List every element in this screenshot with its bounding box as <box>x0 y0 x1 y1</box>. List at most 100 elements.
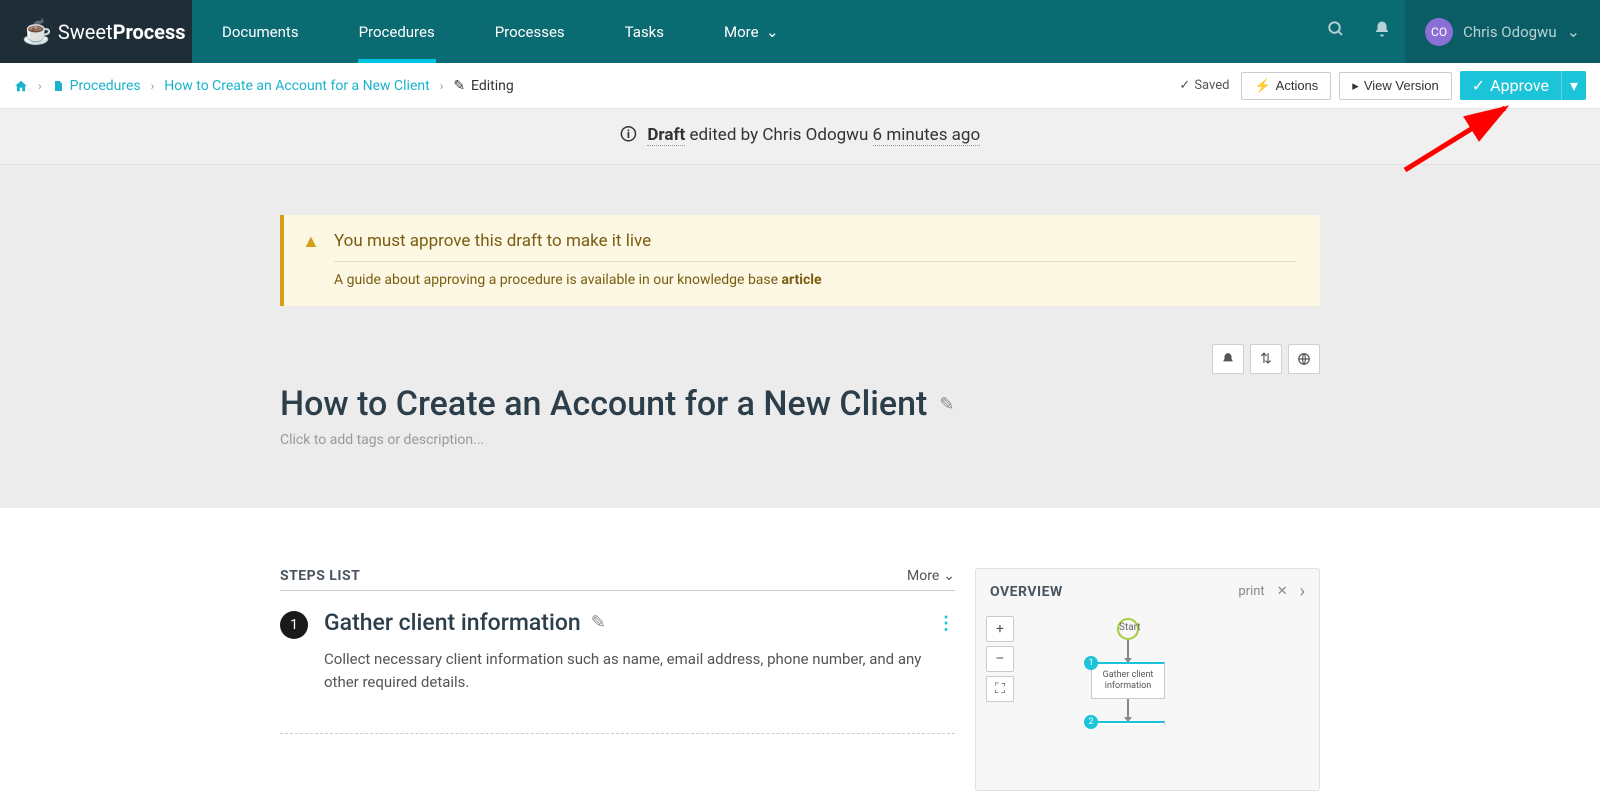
view-version-button[interactable]: ▸ View Version <box>1339 72 1451 100</box>
flow-node-2[interactable]: 2 <box>1091 721 1165 725</box>
step-number: 1 <box>280 611 308 639</box>
main-nav: Documents Procedures Processes Tasks Mor… <box>192 0 809 63</box>
warning-icon: ▲ <box>302 231 320 252</box>
pencil-icon[interactable]: ✎ <box>939 394 954 415</box>
logo[interactable]: ☕ SweetProcess <box>0 0 192 63</box>
step-description[interactable]: Collect necessary client information suc… <box>324 648 924 693</box>
nav-right: CO Chris Odogwu ⌄ <box>1313 0 1600 63</box>
flow-badge: 1 <box>1084 656 1098 670</box>
nav-documents[interactable]: Documents <box>192 0 329 63</box>
toolbar-right: ✓ Saved ⚡Actions ▸ View Version ✓ Approve ▾ <box>1179 71 1586 100</box>
steps-more-label: More <box>907 568 939 584</box>
step-divider <box>280 733 955 734</box>
chevron-down-icon: ⌄ <box>943 568 955 584</box>
nav-more-label: More <box>724 23 759 41</box>
approve-button[interactable]: ✓ Approve ▾ <box>1460 71 1586 100</box>
steps-column: STEPS LIST More ⌄ 1 Gather client inform… <box>280 568 955 791</box>
view-version-label: View Version <box>1364 78 1439 93</box>
step-body: Gather client information ✎ Collect nece… <box>324 609 955 693</box>
breadcrumb-sep: › <box>38 79 42 93</box>
steps-header-title: STEPS LIST <box>280 568 360 584</box>
chevron-down-icon: ⌄ <box>1567 22 1580 41</box>
breadcrumb-sep: › <box>151 79 155 93</box>
tags-placeholder[interactable]: Click to add tags or description... <box>280 432 1320 448</box>
globe-button[interactable] <box>1288 344 1320 374</box>
overview-panel: OVERVIEW print ✕ › + – ⛶ Start <box>975 568 1320 791</box>
notify-button[interactable] <box>1212 344 1244 374</box>
header-section: ▲ You must approve this draft to make it… <box>0 165 1600 508</box>
breadcrumb-procedures-label: Procedures <box>70 78 141 94</box>
draft-mid: edited by Chris Odogwu <box>685 125 872 145</box>
approve-main[interactable]: ✓ Approve <box>1460 71 1561 100</box>
zoom-controls: + – ⛶ <box>986 616 1014 702</box>
overview-actions: print ✕ › <box>1238 581 1305 602</box>
overview-title: OVERVIEW <box>990 584 1063 600</box>
approve-caret[interactable]: ▾ <box>1561 71 1586 100</box>
flowchart: Start 1 Gather client information 2 <box>1091 618 1165 725</box>
flow-badge: 2 <box>1084 715 1098 729</box>
steps-more-link[interactable]: More ⌄ <box>907 568 955 584</box>
play-icon: ▸ <box>1352 78 1359 94</box>
pencil-icon: ✎ <box>453 78 465 94</box>
step-item: 1 Gather client information ✎ Collect ne… <box>280 609 955 693</box>
draft-label: Draft <box>647 125 685 146</box>
step-title[interactable]: Gather client information ✎ <box>324 609 955 636</box>
top-navbar: ☕ SweetProcess Documents Procedures Proc… <box>0 0 1600 63</box>
step-title-text: Gather client information <box>324 609 581 636</box>
alert-subtitle: A guide about approving a procedure is a… <box>334 272 1296 288</box>
pencil-icon[interactable]: ✎ <box>591 612 606 633</box>
logo-text-1: Sweet <box>58 20 113 44</box>
overview-canvas[interactable]: + – ⛶ Start 1 Gather client information <box>976 610 1319 790</box>
fullscreen-button[interactable]: ⛶ <box>986 676 1014 702</box>
alert-title: You must approve this draft to make it l… <box>334 231 1296 251</box>
sub-toolbar: › Procedures › How to Create an Account … <box>0 63 1600 109</box>
nav-procedures[interactable]: Procedures <box>329 0 465 63</box>
breadcrumb-home[interactable] <box>14 79 28 93</box>
saved-label: Saved <box>1194 78 1229 93</box>
draft-time: 6 minutes ago <box>873 125 981 146</box>
breadcrumb-editing-label: Editing <box>471 78 514 94</box>
avatar: CO <box>1425 18 1453 46</box>
approval-alert: ▲ You must approve this draft to make it… <box>280 215 1320 306</box>
settings-button[interactable]: ⇅ <box>1250 344 1282 374</box>
chevron-right-icon[interactable]: › <box>1300 581 1305 602</box>
nav-tasks[interactable]: Tasks <box>595 0 694 63</box>
flow-connector <box>1127 699 1129 721</box>
approve-label: Approve <box>1490 76 1549 95</box>
info-icon: 🛈 <box>620 125 637 145</box>
flow-node-1[interactable]: 1 Gather client information <box>1091 662 1165 699</box>
alert-sub-prefix: A guide about approving a procedure is a… <box>334 272 782 288</box>
check-icon: ✓ <box>1179 78 1190 93</box>
search-icon[interactable] <box>1313 20 1359 43</box>
logo-icon: ☕ <box>22 18 52 46</box>
draft-status-bar: 🛈 Draft edited by Chris Odogwu 6 minutes… <box>0 109 1600 165</box>
overview-header: OVERVIEW print ✕ › <box>976 569 1319 610</box>
saved-indicator: ✓ Saved <box>1179 78 1229 93</box>
nav-processes[interactable]: Processes <box>465 0 595 63</box>
breadcrumb-procedures[interactable]: Procedures <box>52 78 141 94</box>
actions-button[interactable]: ⚡Actions <box>1241 72 1331 100</box>
document-title[interactable]: How to Create an Account for a New Clien… <box>280 384 1320 424</box>
nav-more[interactable]: More ⌄ <box>694 0 809 63</box>
user-menu[interactable]: CO Chris Odogwu ⌄ <box>1405 0 1600 63</box>
expand-icon[interactable]: ✕ <box>1277 584 1288 599</box>
content-section: STEPS LIST More ⌄ 1 Gather client inform… <box>0 508 1600 791</box>
breadcrumb-doc[interactable]: How to Create an Account for a New Clien… <box>164 78 429 94</box>
flow-connector <box>1127 640 1129 662</box>
print-link[interactable]: print <box>1238 584 1264 599</box>
flow-start-label: Start <box>1119 622 1141 633</box>
alert-divider <box>334 261 1296 262</box>
alert-article-link[interactable]: article <box>782 272 822 288</box>
breadcrumb-editing: ✎ Editing <box>453 78 513 94</box>
check-icon: ✓ <box>1472 76 1485 95</box>
user-name: Chris Odogwu <box>1463 23 1557 41</box>
flow-node-label: Gather client information <box>1103 670 1154 691</box>
step-menu-icon[interactable]: ⋮ <box>937 613 955 634</box>
actions-label: Actions <box>1276 78 1319 93</box>
steps-header: STEPS LIST More ⌄ <box>280 568 955 591</box>
bell-icon[interactable] <box>1359 20 1405 43</box>
logo-text-2: Process <box>113 20 186 44</box>
zoom-in-button[interactable]: + <box>986 616 1014 642</box>
zoom-out-button[interactable]: – <box>986 646 1014 672</box>
chevron-down-icon: ⌄ <box>766 23 779 41</box>
